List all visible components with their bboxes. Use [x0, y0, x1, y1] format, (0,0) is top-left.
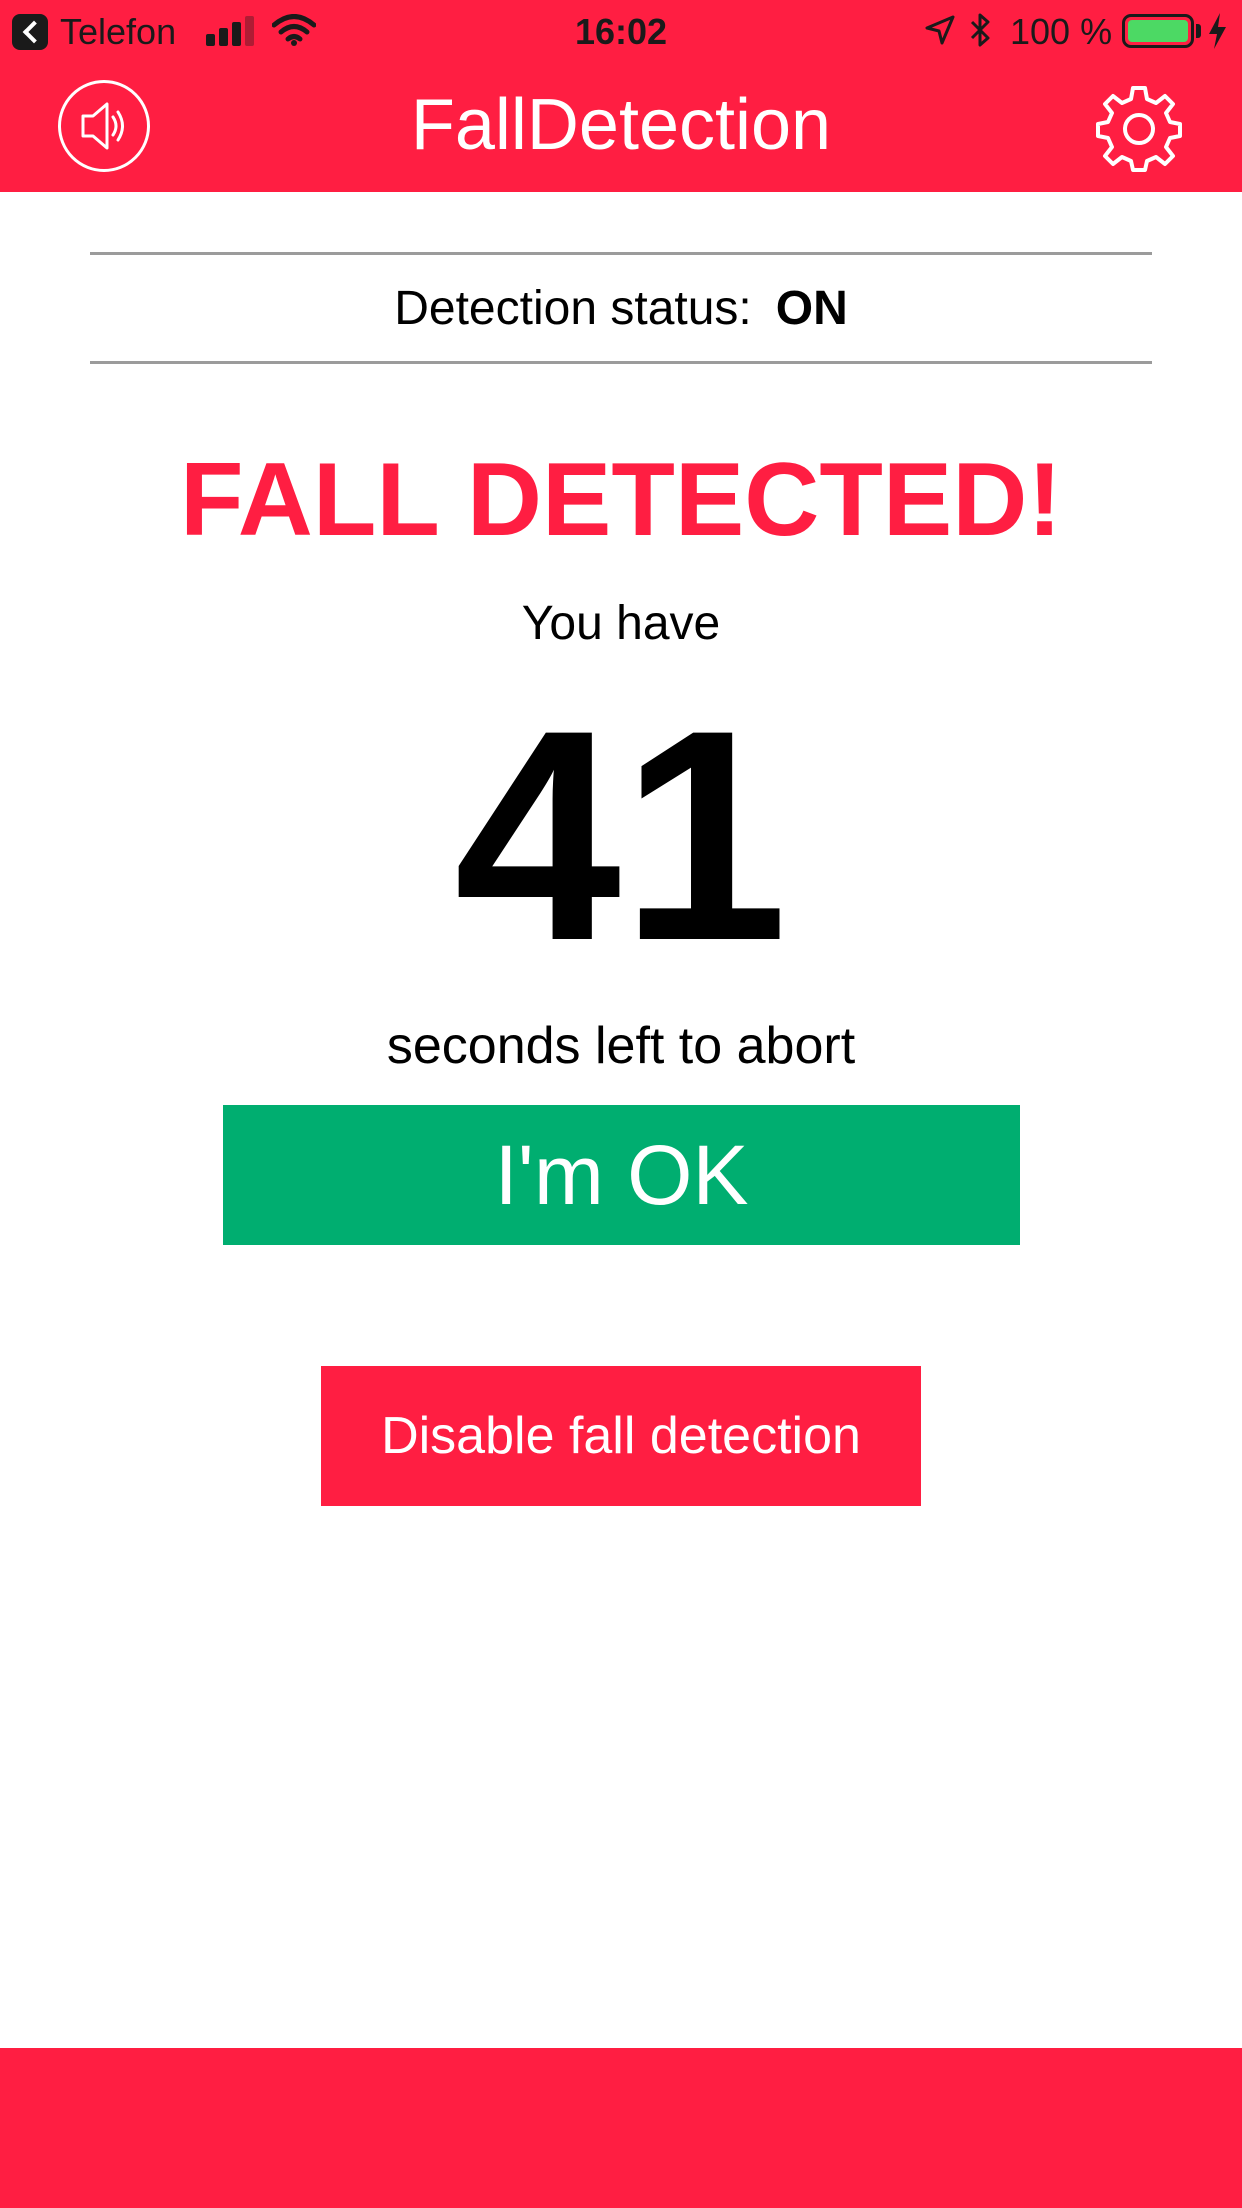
bottom-bar — [0, 2048, 1242, 2208]
status-bar: Telefon 16:02 100 % — [0, 0, 1242, 60]
detection-status-row: Detection status: ON — [90, 252, 1152, 364]
battery-level-fill — [1128, 20, 1188, 42]
location-icon — [925, 15, 955, 45]
detection-status-label: Detection status: — [394, 281, 752, 335]
header-bar: Telefon 16:02 100 % FallDetection — [0, 0, 1242, 192]
charging-icon — [1209, 13, 1226, 49]
countdown-seconds: 41 — [454, 667, 788, 1003]
app-screen: Telefon 16:02 100 % FallDetection Detect… — [0, 0, 1242, 2208]
countdown-suffix: seconds left to abort — [386, 1017, 856, 1075]
countdown-prefix: You have — [521, 597, 721, 650]
settings-button[interactable] — [1094, 82, 1184, 172]
detection-status-value: ON — [775, 281, 848, 335]
battery-cap — [1196, 24, 1201, 38]
battery-percent: 100 % — [1010, 11, 1113, 52]
app-title: FallDetection — [410, 85, 832, 165]
gear-icon — [1096, 86, 1182, 172]
fall-detected-heading: FALL DETECTED! — [179, 442, 1063, 558]
disable-fall-detection-button[interactable]: Disable fall detection — [321, 1366, 921, 1506]
bluetooth-icon — [970, 13, 990, 47]
im-ok-button[interactable]: I'm OK — [223, 1105, 1020, 1245]
battery-icon — [1122, 14, 1194, 48]
